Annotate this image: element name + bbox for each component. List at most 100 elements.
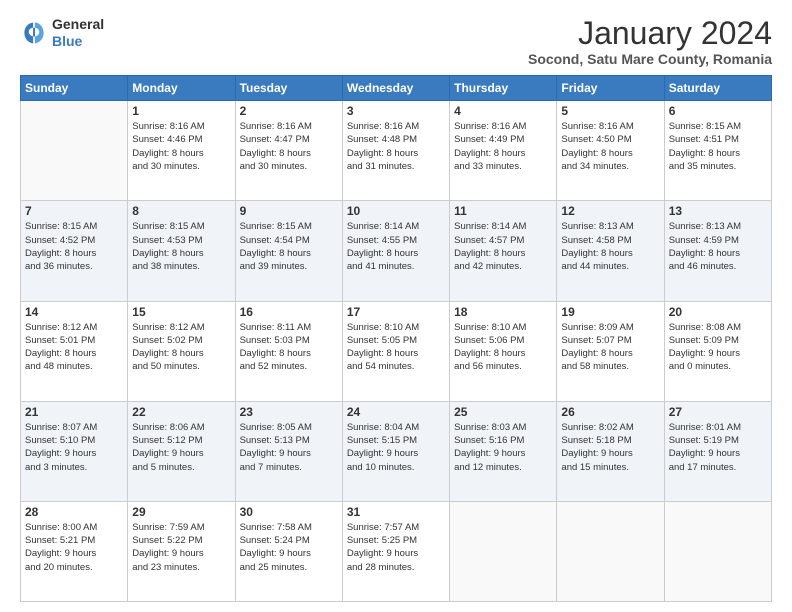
- calendar-cell: 27 Sunrise: 8:01 AM Sunset: 5:19 PM Dayli…: [664, 401, 771, 501]
- calendar-cell: 21 Sunrise: 8:07 AM Sunset: 5:10 PM Dayli…: [21, 401, 128, 501]
- calendar-cell: 18 Sunrise: 8:10 AM Sunset: 5:06 PM Dayli…: [450, 301, 557, 401]
- day-header-wednesday: Wednesday: [342, 76, 449, 101]
- header-row: SundayMondayTuesdayWednesdayThursdayFrid…: [21, 76, 772, 101]
- calendar-cell: 14 Sunrise: 8:12 AM Sunset: 5:01 PM Dayli…: [21, 301, 128, 401]
- calendar-cell: 12Sunrise: 8:13 AM Sunset: 4:58 PM Dayli…: [557, 201, 664, 301]
- day-number: 10: [347, 204, 445, 218]
- day-number: 1: [132, 104, 230, 118]
- day-info: Sunrise: 7:59 AM Sunset: 5:22 PM Dayligh…: [132, 521, 230, 574]
- day-number: 2: [240, 104, 338, 118]
- day-info: Sunrise: 8:16 AM Sunset: 4:48 PM Dayligh…: [347, 120, 445, 173]
- calendar-cell: 17 Sunrise: 8:10 AM Sunset: 5:05 PM Dayli…: [342, 301, 449, 401]
- day-info: Sunrise: 8:15 AM Sunset: 4:52 PM Dayligh…: [25, 220, 123, 273]
- day-number: 11: [454, 204, 552, 218]
- week-row-3: 14 Sunrise: 8:12 AM Sunset: 5:01 PM Dayli…: [21, 301, 772, 401]
- calendar-cell: 28Sunrise: 8:00 AM Sunset: 5:21 PM Dayli…: [21, 501, 128, 601]
- week-row-1: 1Sunrise: 8:16 AM Sunset: 4:46 PM Daylig…: [21, 101, 772, 201]
- calendar-cell: 30Sunrise: 7:58 AM Sunset: 5:24 PM Dayli…: [235, 501, 342, 601]
- day-number: 28: [25, 505, 123, 519]
- day-info: Sunrise: 8:15 AM Sunset: 4:53 PM Dayligh…: [132, 220, 230, 273]
- day-number: 15: [132, 305, 230, 319]
- day-number: 16: [240, 305, 338, 319]
- day-info: Sunrise: 8:03 AM Sunset: 5:16 PM Dayligh…: [454, 421, 552, 474]
- day-info: Sunrise: 8:14 AM Sunset: 4:57 PM Dayligh…: [454, 220, 552, 273]
- day-info: Sunrise: 8:14 AM Sunset: 4:55 PM Dayligh…: [347, 220, 445, 273]
- calendar-cell: 3 Sunrise: 8:16 AM Sunset: 4:48 PM Daylig…: [342, 101, 449, 201]
- day-number: 25: [454, 405, 552, 419]
- calendar-cell: 10 Sunrise: 8:14 AM Sunset: 4:55 PM Dayli…: [342, 201, 449, 301]
- calendar-cell: 20Sunrise: 8:08 AM Sunset: 5:09 PM Dayli…: [664, 301, 771, 401]
- day-header-thursday: Thursday: [450, 76, 557, 101]
- day-number: 12: [561, 204, 659, 218]
- calendar-cell: 1Sunrise: 8:16 AM Sunset: 4:46 PM Daylig…: [128, 101, 235, 201]
- calendar-page: General Blue January 2024 Socond, Satu M…: [0, 0, 792, 612]
- day-info: Sunrise: 8:12 AM Sunset: 5:01 PM Dayligh…: [25, 321, 123, 374]
- week-row-5: 28Sunrise: 8:00 AM Sunset: 5:21 PM Dayli…: [21, 501, 772, 601]
- day-number: 9: [240, 204, 338, 218]
- day-info: Sunrise: 8:02 AM Sunset: 5:18 PM Dayligh…: [561, 421, 659, 474]
- day-number: 5: [561, 104, 659, 118]
- day-number: 3: [347, 104, 445, 118]
- day-number: 19: [561, 305, 659, 319]
- logo-line1: General: [52, 16, 104, 33]
- calendar-cell: 5 Sunrise: 8:16 AM Sunset: 4:50 PM Daylig…: [557, 101, 664, 201]
- logo: General Blue: [20, 16, 104, 50]
- calendar-cell: 25 Sunrise: 8:03 AM Sunset: 5:16 PM Dayli…: [450, 401, 557, 501]
- day-info: Sunrise: 8:10 AM Sunset: 5:05 PM Dayligh…: [347, 321, 445, 374]
- main-title: January 2024: [528, 16, 772, 51]
- calendar-cell: 8 Sunrise: 8:15 AM Sunset: 4:53 PM Daylig…: [128, 201, 235, 301]
- day-info: Sunrise: 8:16 AM Sunset: 4:50 PM Dayligh…: [561, 120, 659, 173]
- day-number: 30: [240, 505, 338, 519]
- day-info: Sunrise: 8:01 AM Sunset: 5:19 PM Dayligh…: [669, 421, 767, 474]
- subtitle: Socond, Satu Mare County, Romania: [528, 51, 772, 67]
- day-info: Sunrise: 8:08 AM Sunset: 5:09 PM Dayligh…: [669, 321, 767, 374]
- day-info: Sunrise: 8:13 AM Sunset: 4:59 PM Dayligh…: [669, 220, 767, 273]
- day-info: Sunrise: 8:16 AM Sunset: 4:47 PM Dayligh…: [240, 120, 338, 173]
- day-number: 8: [132, 204, 230, 218]
- week-row-4: 21 Sunrise: 8:07 AM Sunset: 5:10 PM Dayli…: [21, 401, 772, 501]
- calendar-cell: 13 Sunrise: 8:13 AM Sunset: 4:59 PM Dayli…: [664, 201, 771, 301]
- day-info: Sunrise: 8:11 AM Sunset: 5:03 PM Dayligh…: [240, 321, 338, 374]
- day-number: 21: [25, 405, 123, 419]
- day-number: 27: [669, 405, 767, 419]
- day-info: Sunrise: 8:15 AM Sunset: 4:54 PM Dayligh…: [240, 220, 338, 273]
- day-number: 31: [347, 505, 445, 519]
- calendar-cell: 2 Sunrise: 8:16 AM Sunset: 4:47 PM Daylig…: [235, 101, 342, 201]
- day-header-sunday: Sunday: [21, 76, 128, 101]
- day-info: Sunrise: 8:10 AM Sunset: 5:06 PM Dayligh…: [454, 321, 552, 374]
- day-number: 23: [240, 405, 338, 419]
- day-number: 13: [669, 204, 767, 218]
- day-number: 7: [25, 204, 123, 218]
- calendar-cell: 15Sunrise: 8:12 AM Sunset: 5:02 PM Dayli…: [128, 301, 235, 401]
- day-header-friday: Friday: [557, 76, 664, 101]
- day-header-monday: Monday: [128, 76, 235, 101]
- calendar-cell: [664, 501, 771, 601]
- calendar-cell: 29 Sunrise: 7:59 AM Sunset: 5:22 PM Dayli…: [128, 501, 235, 601]
- day-info: Sunrise: 8:16 AM Sunset: 4:49 PM Dayligh…: [454, 120, 552, 173]
- day-header-tuesday: Tuesday: [235, 76, 342, 101]
- calendar-cell: 23 Sunrise: 8:05 AM Sunset: 5:13 PM Dayli…: [235, 401, 342, 501]
- day-info: Sunrise: 7:57 AM Sunset: 5:25 PM Dayligh…: [347, 521, 445, 574]
- day-info: Sunrise: 8:07 AM Sunset: 5:10 PM Dayligh…: [25, 421, 123, 474]
- title-block: January 2024 Socond, Satu Mare County, R…: [528, 16, 772, 67]
- logo-icon: [20, 19, 48, 47]
- logo-line2: Blue: [52, 33, 104, 50]
- day-number: 4: [454, 104, 552, 118]
- day-number: 29: [132, 505, 230, 519]
- calendar-cell: [450, 501, 557, 601]
- calendar-cell: 16 Sunrise: 8:11 AM Sunset: 5:03 PM Dayli…: [235, 301, 342, 401]
- calendar-cell: 9 Sunrise: 8:15 AM Sunset: 4:54 PM Daylig…: [235, 201, 342, 301]
- day-number: 14: [25, 305, 123, 319]
- day-info: Sunrise: 8:15 AM Sunset: 4:51 PM Dayligh…: [669, 120, 767, 173]
- day-info: Sunrise: 8:04 AM Sunset: 5:15 PM Dayligh…: [347, 421, 445, 474]
- day-number: 26: [561, 405, 659, 419]
- calendar-cell: 7 Sunrise: 8:15 AM Sunset: 4:52 PM Daylig…: [21, 201, 128, 301]
- calendar-cell: 4 Sunrise: 8:16 AM Sunset: 4:49 PM Daylig…: [450, 101, 557, 201]
- calendar-cell: [21, 101, 128, 201]
- day-info: Sunrise: 8:05 AM Sunset: 5:13 PM Dayligh…: [240, 421, 338, 474]
- day-info: Sunrise: 8:09 AM Sunset: 5:07 PM Dayligh…: [561, 321, 659, 374]
- header: General Blue January 2024 Socond, Satu M…: [20, 16, 772, 67]
- day-number: 17: [347, 305, 445, 319]
- calendar-cell: 11 Sunrise: 8:14 AM Sunset: 4:57 PM Dayli…: [450, 201, 557, 301]
- day-number: 18: [454, 305, 552, 319]
